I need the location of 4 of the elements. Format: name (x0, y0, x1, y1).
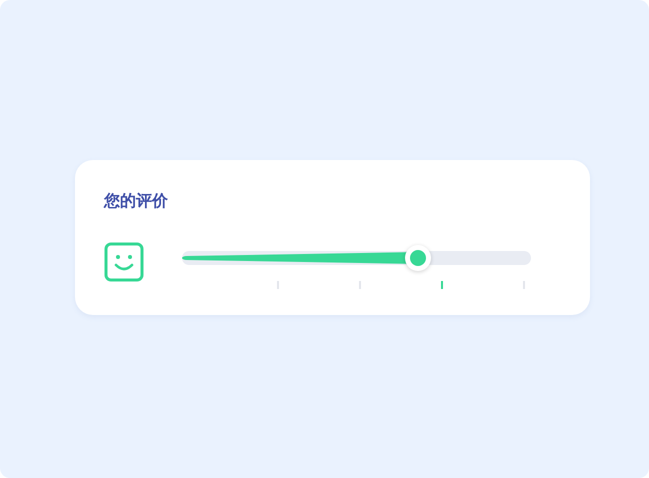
card-title: 您的评价 (104, 190, 168, 212)
slider-thumb[interactable] (404, 244, 431, 270)
smiley-icon (104, 242, 144, 282)
slider[interactable] (182, 244, 531, 270)
